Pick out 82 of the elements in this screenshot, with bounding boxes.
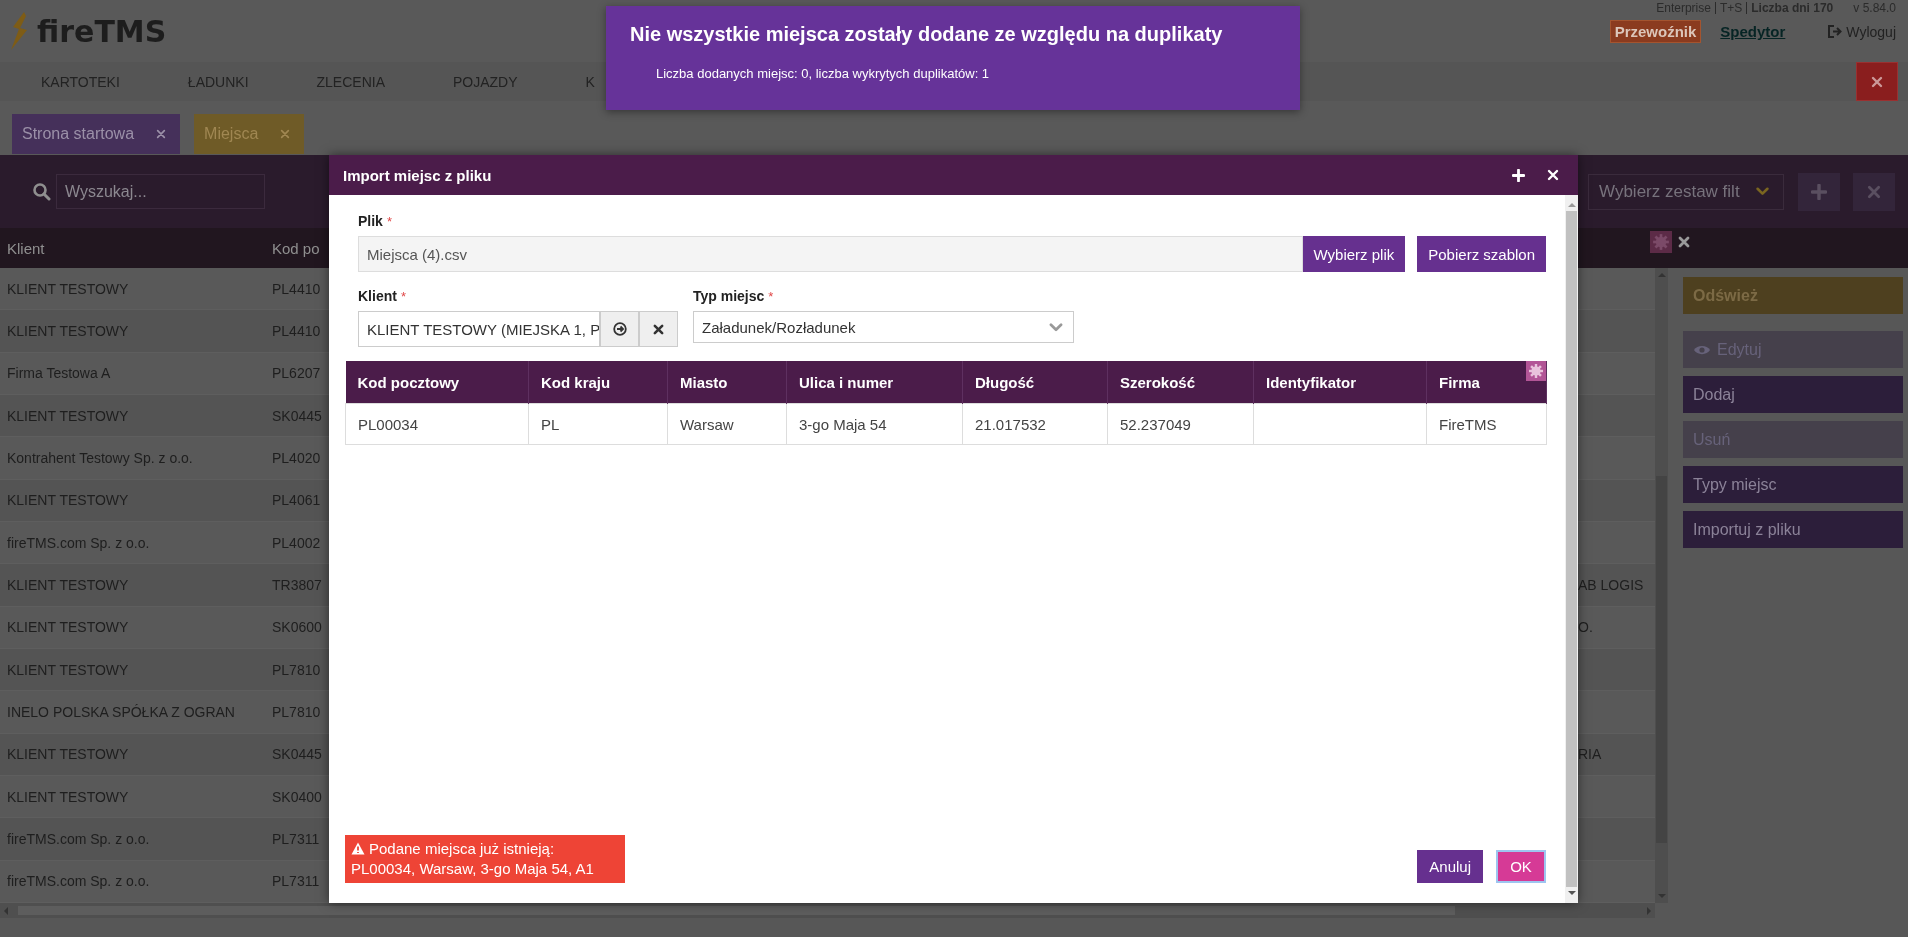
logout-icon bbox=[1828, 25, 1843, 38]
table-cell: PL bbox=[528, 403, 668, 445]
place-type-dropdown[interactable]: Załadunek/Rozładunek bbox=[693, 311, 1074, 343]
table-cell-text: fireTMS.com Sp. z o.o. bbox=[6, 534, 151, 551]
table-cell: FireTMS bbox=[1426, 403, 1547, 445]
clear-button[interactable] bbox=[639, 311, 678, 347]
table-cell-text: Kontrahent Testowy Sp. z o.o. bbox=[6, 450, 194, 467]
close-button[interactable] bbox=[1856, 62, 1898, 101]
close-icon bbox=[653, 323, 664, 335]
chevron-down-icon bbox=[1049, 322, 1063, 332]
field-label: Klient bbox=[358, 288, 397, 304]
column-header[interactable]: Kod kraju bbox=[528, 361, 668, 404]
go-button[interactable] bbox=[600, 311, 639, 347]
settings-icon[interactable] bbox=[1650, 231, 1672, 253]
chevron-down-icon bbox=[1756, 187, 1769, 196]
table-cell-text: KLIENT TESTOWY bbox=[6, 788, 130, 805]
table-cell-text: SK0400 bbox=[271, 788, 323, 805]
warning-icon bbox=[351, 842, 365, 855]
required-mark: * bbox=[386, 213, 392, 229]
plus-icon[interactable] bbox=[1512, 168, 1525, 182]
required-mark: * bbox=[768, 288, 774, 304]
tab[interactable]: Strona startowa bbox=[12, 114, 181, 154]
column-header[interactable]: Kod po bbox=[256, 239, 329, 257]
column-header[interactable]: Długość bbox=[962, 361, 1108, 404]
column-header[interactable]: Miasto bbox=[667, 361, 787, 404]
table-cell-text: Firma Testowa A bbox=[6, 365, 112, 382]
table-cell-text: PL4020 bbox=[271, 450, 322, 467]
action-button[interactable]: Dodaj bbox=[1683, 376, 1903, 413]
table-cell-text: INELO POLSKA SPÓŁKA Z OGRAN bbox=[6, 704, 236, 721]
plus-icon bbox=[1811, 183, 1827, 200]
confirm-button[interactable]: OK bbox=[1496, 850, 1546, 883]
table-cell-text: fireTMS.com Sp. z o.o. bbox=[6, 873, 151, 890]
notification-message: Liczba dodanych miejsc: 0, liczba wykrytych duplikatów: 1 bbox=[656, 66, 991, 81]
settings-icon[interactable] bbox=[1526, 361, 1546, 381]
required-mark: * bbox=[400, 288, 406, 304]
close-icon bbox=[1867, 184, 1881, 199]
column-header[interactable]: Firma bbox=[1426, 361, 1547, 404]
table-cell-text: PL4410 bbox=[271, 280, 322, 297]
column-header[interactable]: Klient bbox=[0, 239, 256, 257]
logo-text: fireTMS bbox=[37, 13, 167, 49]
client-field[interactable]: KLIENT TESTOWY (MIEJSKA 1, P bbox=[358, 311, 600, 347]
table-cell: 3-go Maja 54 bbox=[786, 403, 963, 445]
add-filter-button[interactable] bbox=[1798, 172, 1840, 211]
action-button[interactable]: Importuj z pliku bbox=[1683, 511, 1903, 548]
dialog-title: Import miejsc z pliku bbox=[343, 166, 493, 184]
table-cell-text: KLIENT TESTOWY bbox=[6, 280, 130, 297]
table-cell-text: PL7810 bbox=[271, 704, 322, 721]
notification-title: Nie wszystkie miejsca zostały dodane ze względu na duplikaty bbox=[630, 23, 1224, 46]
table-cell-text: PL4002 bbox=[271, 534, 322, 551]
column-header[interactable]: Kod pocztowy bbox=[345, 361, 529, 404]
field-label: Typ miejsc bbox=[693, 288, 765, 304]
table-cell-text: O. bbox=[1578, 619, 1594, 636]
table-cell: 52.237049 bbox=[1107, 403, 1254, 445]
action-button[interactable]: Typy miejsc bbox=[1683, 466, 1903, 503]
role-badge[interactable]: Przewoźnik bbox=[1609, 20, 1702, 43]
close-icon bbox=[1871, 75, 1883, 88]
horizontal-scrollbar[interactable] bbox=[0, 903, 1655, 919]
column-header[interactable]: Szerokość bbox=[1107, 361, 1254, 404]
vertical-scrollbar[interactable] bbox=[1655, 268, 1668, 904]
clear-filter-button[interactable] bbox=[1853, 172, 1895, 211]
search-field[interactable]: Wyszukaj... bbox=[56, 174, 265, 209]
filter-set-dropdown[interactable]: Wybierz zestaw filt bbox=[1588, 173, 1784, 210]
file-field[interactable]: Miejsca (4).csv bbox=[358, 236, 1303, 272]
close-icon[interactable] bbox=[1678, 236, 1690, 248]
table-cell: Warsaw bbox=[667, 403, 787, 445]
table-cell-text: PL6207 bbox=[271, 365, 322, 382]
table-cell-text: SK0600 bbox=[271, 619, 323, 636]
column-header[interactable]: Ulica i numer bbox=[786, 361, 963, 404]
table-cell: PL00034 bbox=[345, 403, 529, 445]
table-cell-text: KLIENT TESTOWY bbox=[6, 619, 130, 636]
field-label: Plik bbox=[358, 213, 383, 229]
choose-file-button[interactable]: Wybierz plik bbox=[1302, 236, 1406, 272]
download-template-button[interactable]: Pobierz szablon bbox=[1417, 236, 1546, 272]
flame-logo-icon bbox=[10, 12, 28, 50]
table-cell-text: PL7311 bbox=[271, 873, 321, 890]
cancel-button[interactable]: Anuluj bbox=[1417, 850, 1483, 883]
vertical-scrollbar[interactable] bbox=[1565, 195, 1578, 903]
column-header[interactable]: Identyfikator bbox=[1253, 361, 1427, 404]
error-message: Podane miejsca już istnieją: PL00034, Warsaw, 3-go Maja 54, A1 bbox=[345, 835, 625, 883]
search-icon bbox=[32, 182, 51, 201]
table-cell: 21.017532 bbox=[962, 403, 1108, 445]
arrow-right-circle-icon bbox=[612, 322, 627, 336]
